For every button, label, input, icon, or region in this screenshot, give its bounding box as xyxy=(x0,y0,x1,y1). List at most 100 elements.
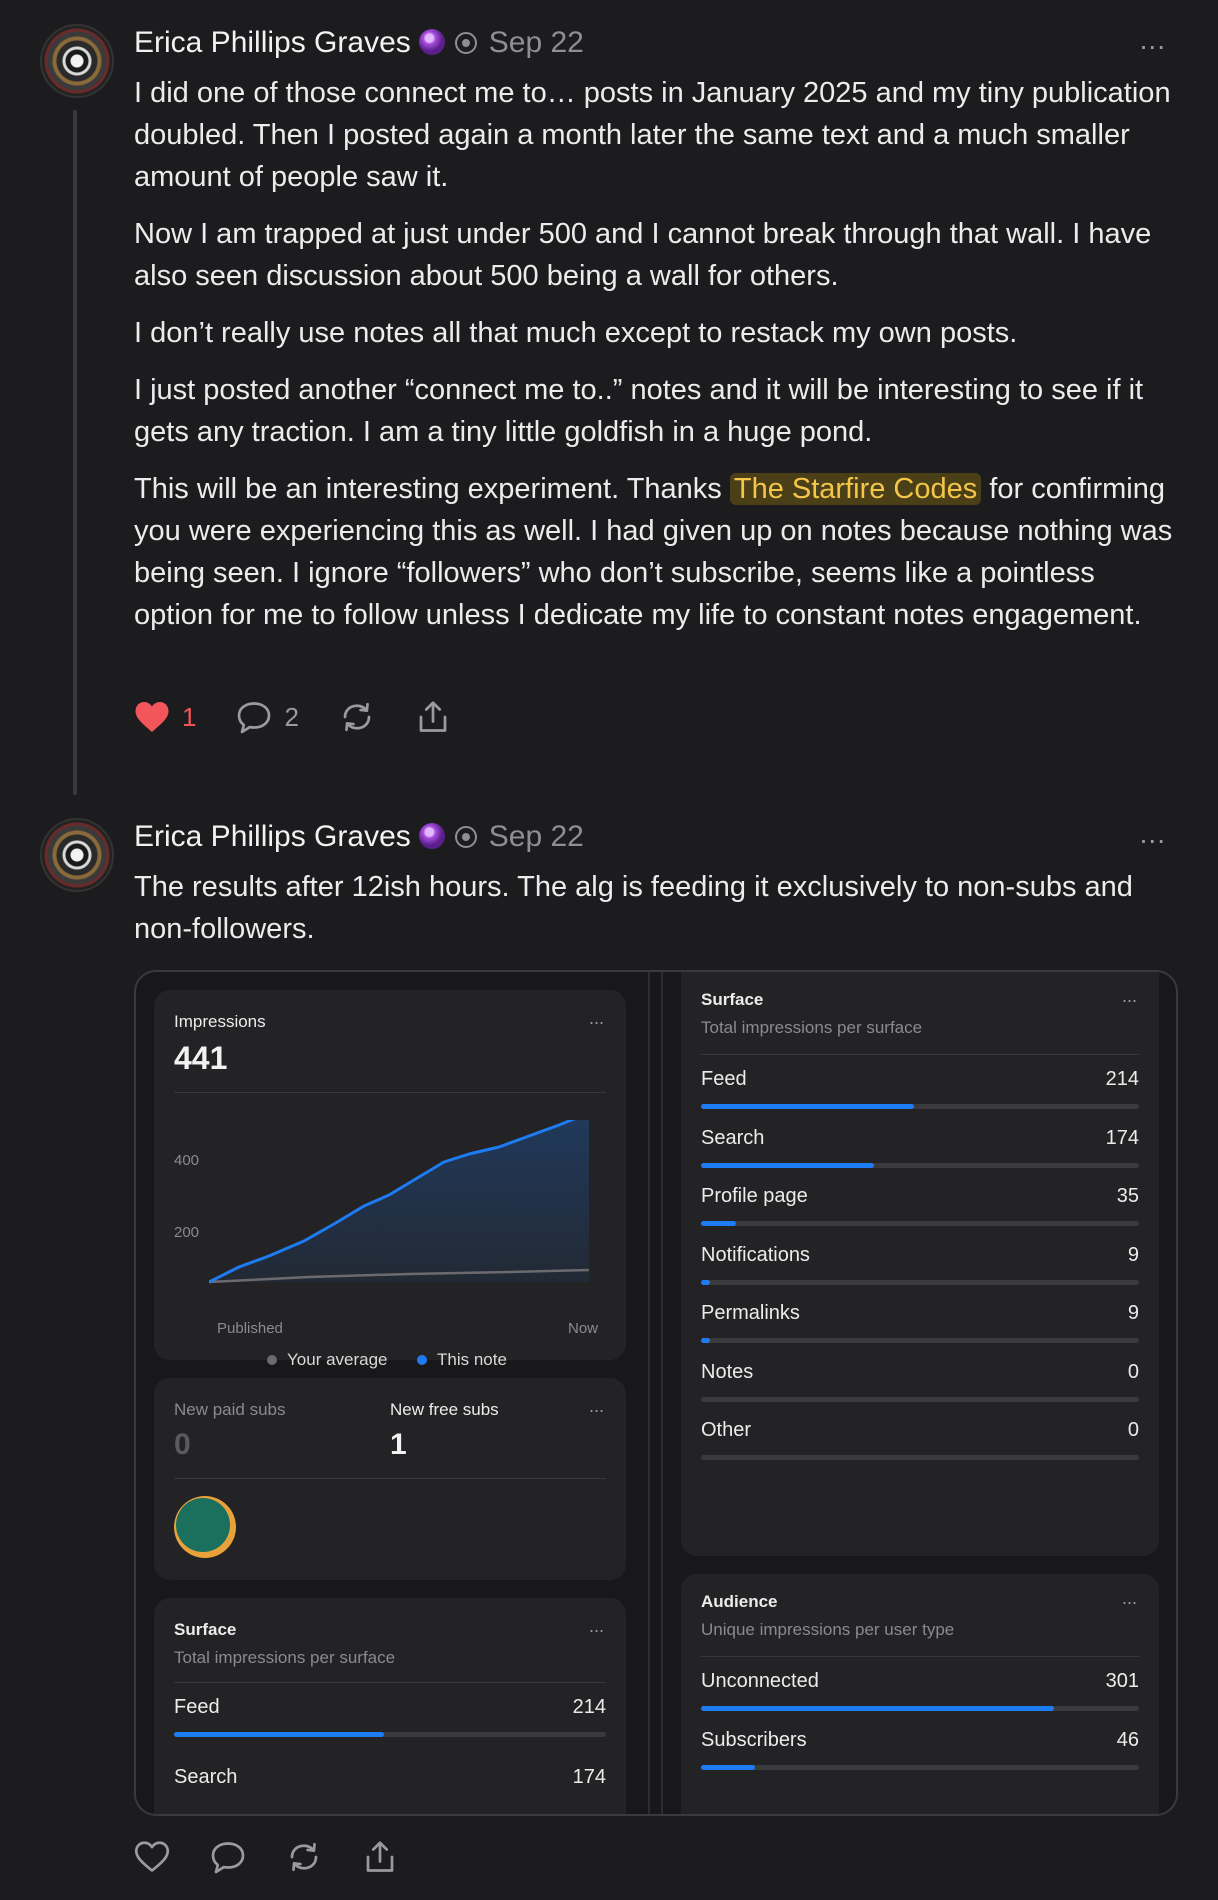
row-track xyxy=(701,1162,1139,1168)
row-fill xyxy=(701,1221,736,1226)
comment-button[interactable]: 2 xyxy=(236,700,299,734)
x-end-label: Now xyxy=(567,1320,598,1337)
note-body: I did one of those connect me to… posts … xyxy=(134,72,1174,651)
y-tick-200: 200 xyxy=(174,1224,200,1241)
share-button[interactable] xyxy=(415,700,451,734)
share-icon xyxy=(366,1841,394,1872)
divider xyxy=(701,1656,1139,1657)
row-label: Permalinks xyxy=(701,1302,800,1324)
row-value: 0 xyxy=(1127,1360,1139,1383)
paid-subs-value: 0 xyxy=(174,1428,191,1461)
row-track xyxy=(701,1706,1139,1711)
row-fill xyxy=(701,1338,710,1343)
row-track xyxy=(701,1221,1139,1226)
row-value: 174 xyxy=(572,1766,606,1788)
impressions-card: Impressions ... 441 400 200 Published No… xyxy=(154,990,626,1369)
comment-button[interactable] xyxy=(210,1840,246,1874)
free-subs-value: 1 xyxy=(390,1428,407,1461)
legend-this-note: This note xyxy=(417,1350,507,1370)
surface-subtitle: Total impressions per surface xyxy=(174,1648,396,1667)
legend-label: Your average xyxy=(287,1350,388,1369)
avatar-inner xyxy=(176,1498,230,1552)
card-more-button[interactable]: ... xyxy=(589,1008,604,1029)
like-button[interactable]: 1 xyxy=(134,700,196,734)
row-track xyxy=(174,1732,606,1737)
surface-card: Surface Total impressions per surface ..… xyxy=(681,972,1159,1556)
crystal-ball-icon xyxy=(418,823,445,849)
row-fill xyxy=(701,1764,755,1770)
comment-icon xyxy=(238,702,271,734)
share-icon xyxy=(419,701,447,732)
row-value: 301 xyxy=(1105,1670,1139,1692)
card-more-button[interactable]: ... xyxy=(1122,1588,1137,1609)
divider xyxy=(701,1054,1139,1055)
comment-icon xyxy=(211,1842,245,1874)
restack-button[interactable] xyxy=(339,700,375,734)
like-button[interactable] xyxy=(134,1840,170,1874)
row-label: Feed xyxy=(174,1696,220,1718)
row-value: 174 xyxy=(1105,1126,1139,1149)
paragraph: The results after 12ish hours. The alg i… xyxy=(134,871,1133,945)
divider xyxy=(174,1478,606,1479)
average-dot xyxy=(267,1355,277,1365)
row-label: Other xyxy=(701,1419,752,1441)
row-fill xyxy=(701,1706,1054,1711)
right-column: Surface Total impressions per surface ..… xyxy=(661,972,1176,1814)
stat-row: Notes 0 xyxy=(701,1361,1139,1421)
audience-title: Audience xyxy=(701,1592,778,1611)
left-column: Impressions ... 441 400 200 Published No… xyxy=(136,972,650,1814)
stat-row: Unconnected 301 xyxy=(701,1670,1139,1730)
more-options-button[interactable]: ... xyxy=(1140,818,1166,850)
paragraph: I did one of those connect me to… posts … xyxy=(134,77,1171,193)
row-track xyxy=(701,1104,1139,1109)
paragraph: Now I am trapped at just under 500 and I… xyxy=(134,218,1152,292)
surface-row: Search 174 xyxy=(174,1766,606,1814)
row-value: 9 xyxy=(1127,1243,1139,1266)
stat-row: Notifications 9 xyxy=(701,1244,1139,1304)
subscriber-avatar[interactable] xyxy=(174,1496,236,1558)
like-count: 1 xyxy=(182,701,197,732)
verified-badge-icon xyxy=(454,826,477,848)
card-more-button[interactable]: ... xyxy=(589,1396,604,1417)
paid-subs-label: New paid subs xyxy=(174,1400,286,1419)
note-actions xyxy=(134,1840,438,1874)
card-more-button[interactable]: ... xyxy=(589,1616,604,1637)
restack-icon xyxy=(343,702,371,732)
author-name[interactable]: Erica Phillips Graves xyxy=(134,26,411,59)
impressions-title: Impressions xyxy=(174,1012,266,1031)
surface-title: Surface xyxy=(701,990,764,1009)
note-date[interactable]: Sep 22 xyxy=(489,820,584,853)
restack-button[interactable] xyxy=(286,1840,322,1874)
comment-count: 2 xyxy=(284,701,299,732)
legend-your-average: Your average xyxy=(267,1350,388,1370)
row-fill xyxy=(174,1732,384,1737)
paragraph: This will be an interesting experiment. … xyxy=(134,468,1174,636)
impressions-chart xyxy=(209,1120,590,1284)
x-start-label: Published xyxy=(217,1320,283,1337)
crystal-ball-icon xyxy=(418,29,445,55)
y-tick-400: 400 xyxy=(174,1152,200,1169)
share-button[interactable] xyxy=(362,1840,398,1874)
stat-row: Other 0 xyxy=(701,1419,1139,1479)
author-name[interactable]: Erica Phillips Graves xyxy=(134,820,411,853)
author-avatar[interactable] xyxy=(40,818,114,892)
row-label: Notifications xyxy=(701,1243,810,1266)
row-label: Profile page xyxy=(701,1185,808,1207)
row-track xyxy=(701,1279,1139,1285)
audience-subtitle: Unique impressions per user type xyxy=(701,1620,955,1639)
author-avatar[interactable] xyxy=(40,24,114,98)
impressions-value: 441 xyxy=(174,1040,228,1076)
attached-image[interactable]: Impressions ... 441 400 200 Published No… xyxy=(134,970,1178,1816)
note-actions: 1 2 xyxy=(134,700,491,734)
stat-row: Search 174 xyxy=(701,1127,1139,1187)
row-track xyxy=(701,1455,1139,1460)
card-more-button[interactable]: ... xyxy=(1122,986,1137,1007)
row-label: Unconnected xyxy=(701,1670,819,1692)
surface-card-partial: Surface Total impressions per surface ..… xyxy=(154,1598,626,1814)
row-value: 0 xyxy=(1127,1419,1139,1441)
row-value: 214 xyxy=(1105,1068,1139,1090)
mention-link[interactable]: The Starfire Codes xyxy=(729,473,982,505)
audience-card: Audience Unique impressions per user typ… xyxy=(681,1574,1159,1814)
note-date[interactable]: Sep 22 xyxy=(489,26,584,59)
more-options-button[interactable]: ... xyxy=(1140,24,1166,56)
